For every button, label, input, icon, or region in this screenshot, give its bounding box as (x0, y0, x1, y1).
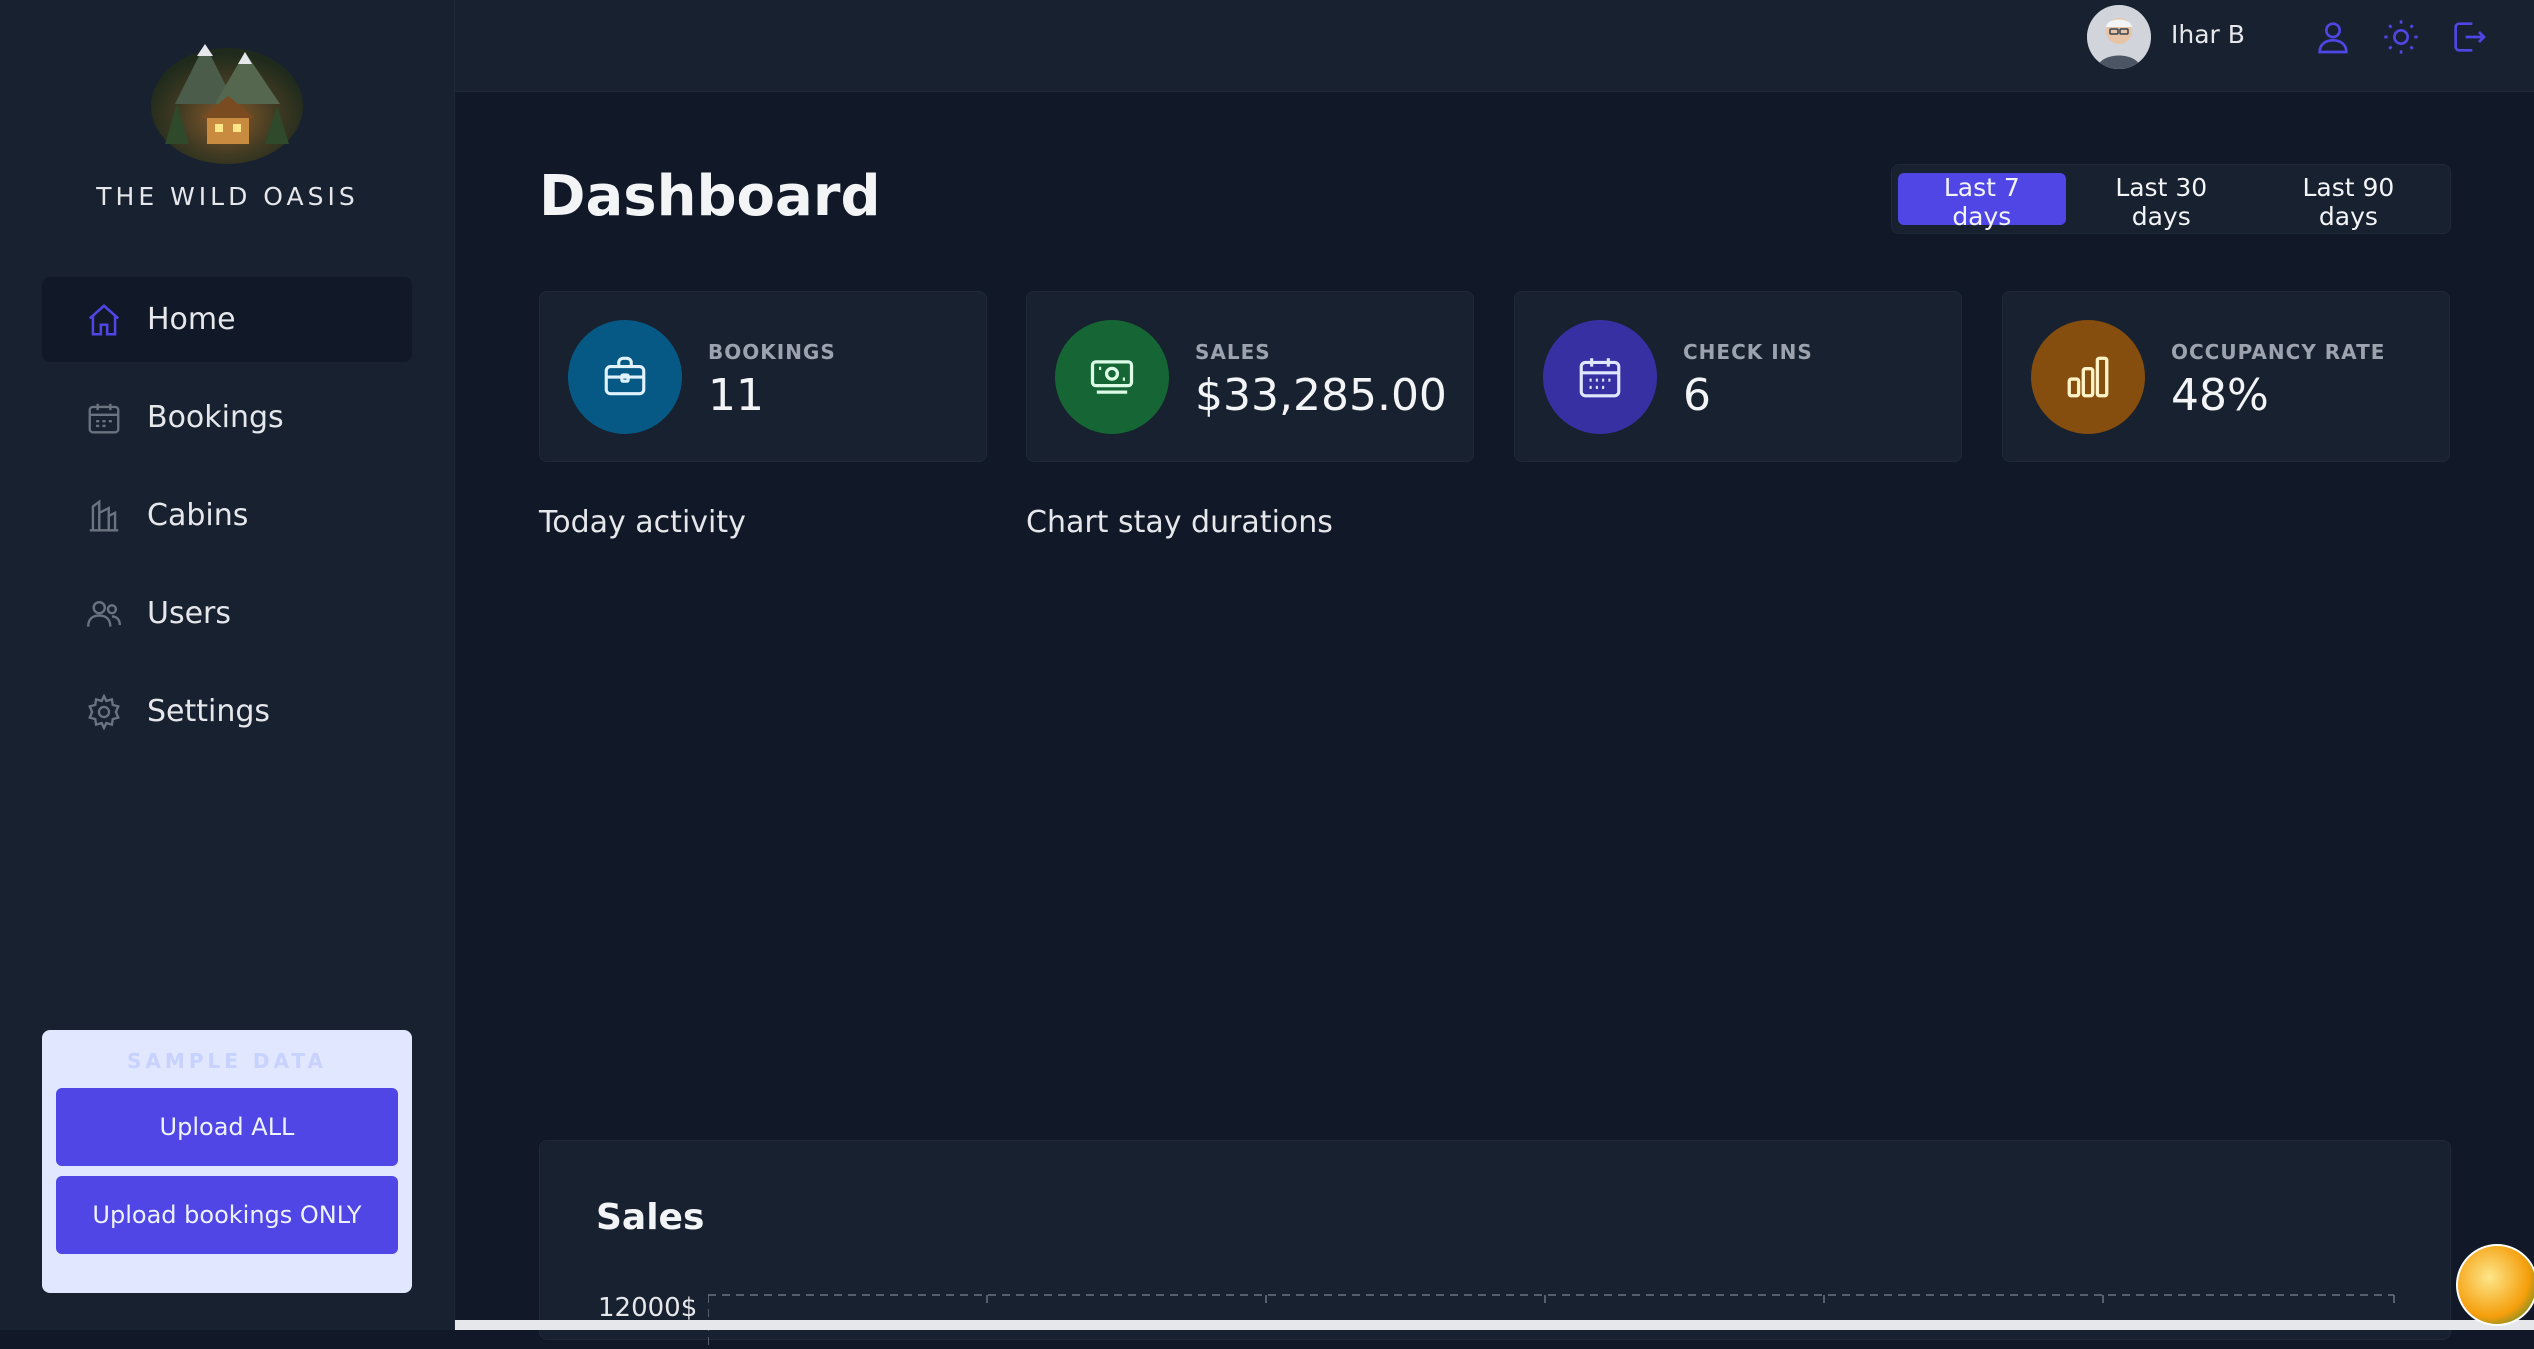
stat-value: 6 (1683, 370, 1711, 421)
sidebar-nav: Home Bookings Cabins Users Settings (42, 277, 412, 767)
today-activity-title: Today activity (539, 505, 746, 540)
upload-bookings-button[interactable]: Upload bookings ONLY (56, 1176, 398, 1254)
sales-y-tick: 12000$ (598, 1293, 698, 1323)
users-icon (86, 600, 122, 627)
stat-label: CHECK INS (1683, 340, 1813, 364)
home-icon (88, 303, 120, 336)
brand-name: THE WILD OASIS (96, 182, 359, 211)
cabins-icon (89, 498, 119, 531)
sample-data-panel: SAMPLE DATA Upload ALL Upload bookings O… (42, 1030, 412, 1293)
stat-label: BOOKINGS (708, 340, 836, 364)
avatar[interactable] (2087, 5, 2151, 69)
filter-last-7-days[interactable]: Last 7 days (1898, 173, 2066, 231)
page-title: Dashboard (539, 164, 881, 229)
sample-data-title: SAMPLE DATA (127, 1049, 327, 1073)
filter-last-30-days[interactable]: Last 30 days (2070, 173, 2253, 231)
sidebar: THE WILD OASIS Home Bookings Cabins User… (0, 0, 455, 1330)
stat-label: SALES (1195, 340, 1271, 364)
calendar-icon (88, 403, 120, 433)
date-filter: Last 7 days Last 30 days Last 90 days (1891, 164, 2451, 234)
logo (145, 34, 310, 164)
sun-icon[interactable] (2381, 17, 2421, 57)
stat-value: $33,285.00 (1195, 370, 1447, 421)
stat-sales: SALES $33,285.00 (1026, 291, 1474, 462)
assistant-avatar[interactable] (2456, 1244, 2534, 1326)
header: Ihar B (455, 0, 2534, 92)
stat-check-ins: CHECK INS 6 (1514, 291, 1962, 462)
main-content: Dashboard Last 7 days Last 30 days Last … (455, 92, 2534, 1349)
sidebar-item-label: Bookings (147, 400, 284, 435)
sidebar-item-settings[interactable]: Settings (42, 669, 412, 754)
sidebar-item-home[interactable]: Home (42, 277, 412, 362)
sidebar-item-label: Settings (147, 694, 271, 729)
sidebar-item-cabins[interactable]: Cabins (42, 473, 412, 558)
sidebar-item-users[interactable]: Users (42, 571, 412, 656)
upload-all-button[interactable]: Upload ALL (56, 1088, 398, 1166)
sidebar-item-bookings[interactable]: Bookings (42, 375, 412, 460)
sidebar-item-label: Cabins (147, 498, 249, 533)
stat-occupancy-rate: OCCUPANCY RATE 48% (2002, 291, 2450, 462)
sales-panel: Sales 12000$ (539, 1140, 2451, 1349)
calendar-days-icon (1543, 320, 1657, 434)
gear-icon (88, 693, 120, 730)
filter-last-90-days[interactable]: Last 90 days (2257, 173, 2440, 231)
chart-stay-durations-title: Chart stay durations (1026, 505, 1333, 540)
logout-icon[interactable] (2449, 17, 2489, 57)
stat-value: 48% (2171, 370, 2269, 421)
username: Ihar B (2171, 20, 2245, 49)
account-icon[interactable] (2313, 17, 2353, 57)
sales-chart-grid (708, 1294, 2395, 1349)
stat-bookings: BOOKINGS 11 (539, 291, 987, 462)
banknotes-icon (1055, 320, 1169, 434)
sidebar-item-label: Home (147, 302, 236, 337)
chart-bar-icon (2031, 320, 2145, 434)
sidebar-item-label: Users (147, 596, 232, 631)
sales-title: Sales (596, 1197, 705, 1238)
bottom-bar (455, 1320, 2534, 1330)
stat-label: OCCUPANCY RATE (2171, 340, 2386, 364)
stat-value: 11 (708, 370, 764, 421)
briefcase-icon (568, 320, 682, 434)
